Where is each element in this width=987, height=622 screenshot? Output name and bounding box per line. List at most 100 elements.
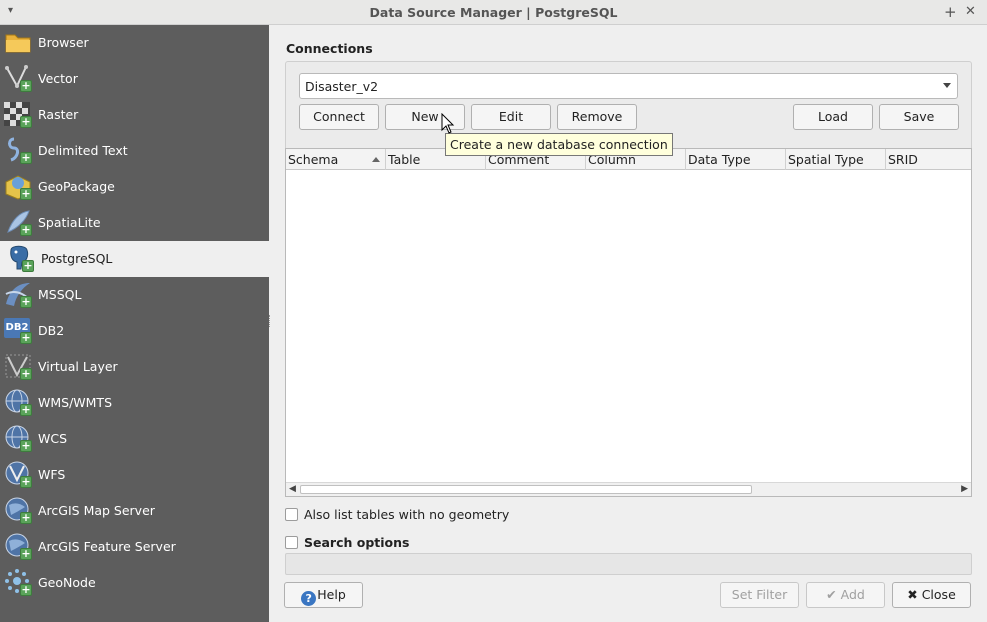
sidebar-item-spatialite[interactable]: + SpatiaLite xyxy=(0,205,269,241)
column-header-schema[interactable]: Schema xyxy=(286,149,386,170)
help-button-label: Help xyxy=(317,587,346,602)
close-icon: ✖ xyxy=(907,587,918,602)
window-title: Data Source Manager | PostgreSQL xyxy=(369,5,618,20)
remove-connection-button[interactable]: Remove xyxy=(557,104,637,130)
connections-title: Connections xyxy=(286,41,373,56)
sidebar-item-label: DB2 xyxy=(38,323,65,338)
sidebar-item-mssql[interactable]: + MSSQL xyxy=(0,277,269,313)
add-icon: + xyxy=(20,547,32,560)
chevron-down-icon xyxy=(943,83,951,88)
add-icon: + xyxy=(20,187,32,200)
add-icon: + xyxy=(20,475,32,488)
add-icon: + xyxy=(22,259,34,272)
scroll-left-icon[interactable]: ◀ xyxy=(289,484,296,494)
add-icon: + xyxy=(20,223,32,236)
list-no-geometry-option[interactable]: Also list tables with no geometry xyxy=(285,505,509,523)
sidebar-item-geonode[interactable]: + GeoNode xyxy=(0,565,269,601)
add-icon: + xyxy=(20,79,32,92)
sidebar-item-label: Vector xyxy=(38,71,78,86)
sidebar-item-label: WMS/WMTS xyxy=(38,395,113,410)
connection-select[interactable]: Disaster_v2 xyxy=(299,73,958,99)
sidebar-item-label: GeoPackage xyxy=(38,179,115,194)
close-window-icon[interactable]: ✕ xyxy=(965,3,976,21)
raster-icon: + xyxy=(4,100,32,128)
folder-icon xyxy=(5,34,31,53)
sidebar-item-label: SpatiaLite xyxy=(38,215,101,230)
sidebar-item-raster[interactable]: + Raster xyxy=(0,97,269,133)
layers-table[interactable]: Schema Table Comment Column Data Type Sp… xyxy=(285,148,972,497)
scrollbar-thumb[interactable] xyxy=(300,485,752,494)
add-icon: + xyxy=(20,511,32,524)
sidebar-item-vector[interactable]: + Vector xyxy=(0,61,269,97)
set-filter-button[interactable]: Set Filter xyxy=(720,582,799,608)
close-button[interactable]: ✖ Close xyxy=(892,582,971,608)
list-no-geometry-checkbox[interactable] xyxy=(285,507,298,521)
sidebar-item-wcs[interactable]: + WCS xyxy=(0,421,269,457)
column-header-srid[interactable]: SRID xyxy=(886,149,971,170)
postgresql-panel: Connections Disaster_v2 Connect New Edit… xyxy=(270,25,987,622)
spatialite-icon: + xyxy=(4,208,32,236)
horizontal-scrollbar[interactable]: ◀ ▶ xyxy=(286,482,971,496)
postgresql-icon: + xyxy=(6,244,34,272)
checkmark-icon: ✔ xyxy=(826,587,837,602)
delimited-text-icon: + xyxy=(4,136,32,164)
save-button[interactable]: Save xyxy=(879,104,959,130)
help-button[interactable]: ? Help xyxy=(284,582,363,608)
title-bar: ▾ Data Source Manager | PostgreSQL + ✕ xyxy=(0,0,987,25)
sidebar-item-wfs[interactable]: + WFS xyxy=(0,457,269,493)
sort-ascending-icon xyxy=(372,157,380,162)
geopackage-icon: + xyxy=(4,172,32,200)
db2-icon: DB2 + xyxy=(4,316,32,344)
add-icon: + xyxy=(20,583,32,596)
sidebar-item-label: ArcGIS Map Server xyxy=(38,503,155,518)
add-icon: + xyxy=(20,331,32,344)
arcgis-map-server-icon: + xyxy=(4,496,32,524)
sidebar-item-label: Raster xyxy=(38,107,79,122)
sidebar-item-label: Delimited Text xyxy=(38,143,128,158)
column-header-data-type[interactable]: Data Type xyxy=(686,149,786,170)
sidebar-item-label: PostgreSQL xyxy=(41,251,113,266)
wcs-icon: + xyxy=(4,424,32,452)
add-icon: + xyxy=(20,151,32,164)
sidebar-item-virtual-layer[interactable]: + Virtual Layer xyxy=(0,349,269,385)
add-icon: + xyxy=(20,367,32,380)
sidebar-item-label: MSSQL xyxy=(38,287,82,302)
search-options-bar xyxy=(285,553,972,575)
add-icon: + xyxy=(20,439,32,452)
help-icon: ? xyxy=(301,591,317,606)
new-connection-tooltip: Create a new database connection xyxy=(445,133,673,156)
sidebar-item-arcgis-feature-server[interactable]: + ArcGIS Feature Server xyxy=(0,529,269,565)
sidebar-item-postgresql[interactable]: + PostgreSQL xyxy=(0,241,269,277)
connect-button[interactable]: Connect xyxy=(299,104,379,130)
column-header-label: Schema xyxy=(288,152,339,167)
edit-connection-button[interactable]: Edit xyxy=(471,104,551,130)
add-button[interactable]: ✔ Add xyxy=(806,582,885,608)
close-button-label: Close xyxy=(921,587,956,602)
add-icon: + xyxy=(20,295,32,308)
source-sidebar: Browser + Vector + Raster + Delimited Te… xyxy=(0,25,269,622)
connection-select-value: Disaster_v2 xyxy=(305,79,379,94)
load-button[interactable]: Load xyxy=(793,104,873,130)
mssql-icon: + xyxy=(4,280,32,308)
pin-icon[interactable]: + xyxy=(944,3,957,21)
wms-icon: + xyxy=(4,388,32,416)
sidebar-item-wms-wmts[interactable]: + WMS/WMTS xyxy=(0,385,269,421)
add-button-label: Add xyxy=(840,587,865,602)
sidebar-item-label: Browser xyxy=(38,35,89,50)
arcgis-feature-server-icon: + xyxy=(4,532,32,560)
sidebar-item-geopackage[interactable]: + GeoPackage xyxy=(0,169,269,205)
column-header-spatial-type[interactable]: Spatial Type xyxy=(786,149,886,170)
sidebar-item-label: GeoNode xyxy=(38,575,96,590)
sidebar-item-browser[interactable]: Browser xyxy=(0,25,269,61)
sidebar-item-delimited-text[interactable]: + Delimited Text xyxy=(0,133,269,169)
search-options-checkbox[interactable] xyxy=(285,535,298,549)
sidebar-item-label: WCS xyxy=(38,431,68,446)
search-options-toggle[interactable]: Search options xyxy=(285,533,409,551)
geonode-icon: + xyxy=(4,568,32,596)
sidebar-item-db2[interactable]: DB2 + DB2 xyxy=(0,313,269,349)
vector-icon: + xyxy=(4,64,32,92)
virtual-layer-icon: + xyxy=(4,352,32,380)
sidebar-item-arcgis-map-server[interactable]: + ArcGIS Map Server xyxy=(0,493,269,529)
scroll-right-icon[interactable]: ▶ xyxy=(961,484,968,494)
add-icon: + xyxy=(20,403,32,416)
